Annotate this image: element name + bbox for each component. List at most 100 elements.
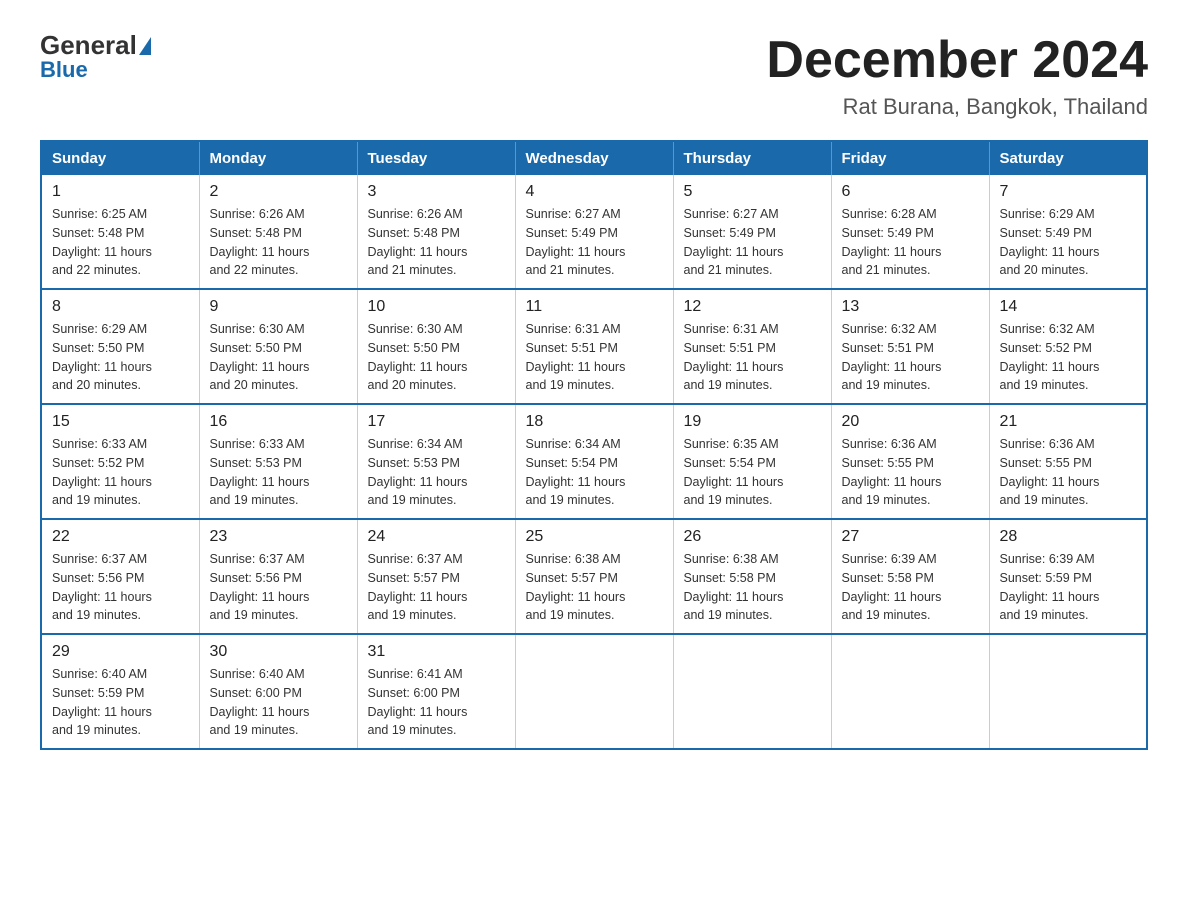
day-info: Sunrise: 6:34 AMSunset: 5:53 PMDaylight:…: [368, 435, 505, 510]
day-number: 22: [52, 528, 189, 546]
calendar-cell: 22 Sunrise: 6:37 AMSunset: 5:56 PMDayligh…: [41, 519, 199, 634]
day-info: Sunrise: 6:31 AMSunset: 5:51 PMDaylight:…: [526, 320, 663, 395]
calendar-cell: 24 Sunrise: 6:37 AMSunset: 5:57 PMDayligh…: [357, 519, 515, 634]
calendar-cell: 2Sunrise: 6:26 AMSunset: 5:48 PMDaylight…: [199, 175, 357, 289]
day-info: Sunrise: 6:38 AMSunset: 5:57 PMDaylight:…: [526, 550, 663, 625]
calendar-cell: 30 Sunrise: 6:40 AMSunset: 6:00 PMDayligh…: [199, 634, 357, 749]
day-info: Sunrise: 6:35 AMSunset: 5:54 PMDaylight:…: [684, 435, 821, 510]
calendar-cell: 23 Sunrise: 6:37 AMSunset: 5:56 PMDayligh…: [199, 519, 357, 634]
calendar-week-row: 29 Sunrise: 6:40 AMSunset: 5:59 PMDayligh…: [41, 634, 1147, 749]
calendar-header-row: SundayMondayTuesdayWednesdayThursdayFrid…: [41, 141, 1147, 175]
day-number: 19: [684, 413, 821, 431]
day-info: Sunrise: 6:37 AMSunset: 5:56 PMDaylight:…: [210, 550, 347, 625]
logo-arrow-icon: [139, 37, 151, 55]
day-number: 15: [52, 413, 189, 431]
day-number: 26: [684, 528, 821, 546]
day-info: Sunrise: 6:39 AMSunset: 5:58 PMDaylight:…: [842, 550, 979, 625]
day-number: 25: [526, 528, 663, 546]
day-number: 10: [368, 298, 505, 316]
calendar-cell: 10 Sunrise: 6:30 AMSunset: 5:50 PMDayligh…: [357, 289, 515, 404]
calendar-cell: [989, 634, 1147, 749]
calendar-cell: 25 Sunrise: 6:38 AMSunset: 5:57 PMDayligh…: [515, 519, 673, 634]
calendar-title: December 2024: [766, 30, 1148, 90]
day-info: Sunrise: 6:39 AMSunset: 5:59 PMDaylight:…: [1000, 550, 1137, 625]
day-info: Sunrise: 6:36 AMSunset: 5:55 PMDaylight:…: [842, 435, 979, 510]
day-info: Sunrise: 6:32 AMSunset: 5:52 PMDaylight:…: [1000, 320, 1137, 395]
day-info: Sunrise: 6:41 AMSunset: 6:00 PMDaylight:…: [368, 665, 505, 740]
day-number: 31: [368, 643, 505, 661]
day-info: Sunrise: 6:37 AMSunset: 5:56 PMDaylight:…: [52, 550, 189, 625]
column-header-tuesday: Tuesday: [357, 141, 515, 175]
column-header-friday: Friday: [831, 141, 989, 175]
day-number: 30: [210, 643, 347, 661]
day-number: 3: [368, 183, 505, 201]
calendar-cell: 13Sunrise: 6:32 AMSunset: 5:51 PMDayligh…: [831, 289, 989, 404]
day-number: 1: [52, 183, 189, 201]
day-info: Sunrise: 6:40 AMSunset: 5:59 PMDaylight:…: [52, 665, 189, 740]
day-number: 4: [526, 183, 663, 201]
day-number: 29: [52, 643, 189, 661]
day-number: 24: [368, 528, 505, 546]
day-info: Sunrise: 6:30 AMSunset: 5:50 PMDaylight:…: [368, 320, 505, 395]
calendar-cell: 5 Sunrise: 6:27 AMSunset: 5:49 PMDaylight…: [673, 175, 831, 289]
calendar-cell: [831, 634, 989, 749]
calendar-cell: 6 Sunrise: 6:28 AMSunset: 5:49 PMDaylight…: [831, 175, 989, 289]
day-info: Sunrise: 6:28 AMSunset: 5:49 PMDaylight:…: [842, 205, 979, 280]
calendar-week-row: 22 Sunrise: 6:37 AMSunset: 5:56 PMDayligh…: [41, 519, 1147, 634]
day-number: 11: [526, 298, 663, 316]
calendar-cell: 14 Sunrise: 6:32 AMSunset: 5:52 PMDayligh…: [989, 289, 1147, 404]
day-info: Sunrise: 6:40 AMSunset: 6:00 PMDaylight:…: [210, 665, 347, 740]
calendar-cell: 3Sunrise: 6:26 AMSunset: 5:48 PMDaylight…: [357, 175, 515, 289]
day-number: 28: [1000, 528, 1137, 546]
column-header-wednesday: Wednesday: [515, 141, 673, 175]
location-subtitle: Rat Burana, Bangkok, Thailand: [766, 94, 1148, 120]
day-info: Sunrise: 6:29 AMSunset: 5:50 PMDaylight:…: [52, 320, 189, 395]
calendar-cell: 9Sunrise: 6:30 AMSunset: 5:50 PMDaylight…: [199, 289, 357, 404]
day-number: 6: [842, 183, 979, 201]
calendar-cell: 21Sunrise: 6:36 AMSunset: 5:55 PMDayligh…: [989, 404, 1147, 519]
day-info: Sunrise: 6:31 AMSunset: 5:51 PMDaylight:…: [684, 320, 821, 395]
column-header-sunday: Sunday: [41, 141, 199, 175]
logo: General Blue: [40, 30, 153, 83]
calendar-week-row: 15 Sunrise: 6:33 AMSunset: 5:52 PMDayligh…: [41, 404, 1147, 519]
calendar-cell: [673, 634, 831, 749]
day-number: 7: [1000, 183, 1137, 201]
day-info: Sunrise: 6:29 AMSunset: 5:49 PMDaylight:…: [1000, 205, 1137, 280]
calendar-cell: 20 Sunrise: 6:36 AMSunset: 5:55 PMDayligh…: [831, 404, 989, 519]
day-info: Sunrise: 6:36 AMSunset: 5:55 PMDaylight:…: [1000, 435, 1137, 510]
day-info: Sunrise: 6:27 AMSunset: 5:49 PMDaylight:…: [684, 205, 821, 280]
calendar-week-row: 1 Sunrise: 6:25 AMSunset: 5:48 PMDaylight…: [41, 175, 1147, 289]
day-number: 12: [684, 298, 821, 316]
day-info: Sunrise: 6:37 AMSunset: 5:57 PMDaylight:…: [368, 550, 505, 625]
title-section: December 2024 Rat Burana, Bangkok, Thail…: [766, 30, 1148, 120]
calendar-cell: 27Sunrise: 6:39 AMSunset: 5:58 PMDayligh…: [831, 519, 989, 634]
day-info: Sunrise: 6:32 AMSunset: 5:51 PMDaylight:…: [842, 320, 979, 395]
day-number: 20: [842, 413, 979, 431]
column-header-saturday: Saturday: [989, 141, 1147, 175]
calendar-cell: 1 Sunrise: 6:25 AMSunset: 5:48 PMDaylight…: [41, 175, 199, 289]
day-number: 8: [52, 298, 189, 316]
day-info: Sunrise: 6:27 AMSunset: 5:49 PMDaylight:…: [526, 205, 663, 280]
day-number: 5: [684, 183, 821, 201]
day-info: Sunrise: 6:30 AMSunset: 5:50 PMDaylight:…: [210, 320, 347, 395]
calendar-cell: 26Sunrise: 6:38 AMSunset: 5:58 PMDayligh…: [673, 519, 831, 634]
day-number: 16: [210, 413, 347, 431]
day-info: Sunrise: 6:25 AMSunset: 5:48 PMDaylight:…: [52, 205, 189, 280]
calendar-cell: 17Sunrise: 6:34 AMSunset: 5:53 PMDayligh…: [357, 404, 515, 519]
day-number: 23: [210, 528, 347, 546]
calendar-cell: [515, 634, 673, 749]
calendar-cell: 18Sunrise: 6:34 AMSunset: 5:54 PMDayligh…: [515, 404, 673, 519]
calendar-cell: 4 Sunrise: 6:27 AMSunset: 5:49 PMDaylight…: [515, 175, 673, 289]
column-header-thursday: Thursday: [673, 141, 831, 175]
calendar-cell: 12 Sunrise: 6:31 AMSunset: 5:51 PMDayligh…: [673, 289, 831, 404]
calendar-cell: 16Sunrise: 6:33 AMSunset: 5:53 PMDayligh…: [199, 404, 357, 519]
calendar-cell: 7 Sunrise: 6:29 AMSunset: 5:49 PMDaylight…: [989, 175, 1147, 289]
day-number: 14: [1000, 298, 1137, 316]
day-info: Sunrise: 6:33 AMSunset: 5:52 PMDaylight:…: [52, 435, 189, 510]
day-number: 2: [210, 183, 347, 201]
calendar-cell: 19 Sunrise: 6:35 AMSunset: 5:54 PMDayligh…: [673, 404, 831, 519]
day-info: Sunrise: 6:34 AMSunset: 5:54 PMDaylight:…: [526, 435, 663, 510]
calendar-cell: 31 Sunrise: 6:41 AMSunset: 6:00 PMDayligh…: [357, 634, 515, 749]
page-header: General Blue December 2024 Rat Burana, B…: [40, 30, 1148, 120]
calendar-cell: 15 Sunrise: 6:33 AMSunset: 5:52 PMDayligh…: [41, 404, 199, 519]
